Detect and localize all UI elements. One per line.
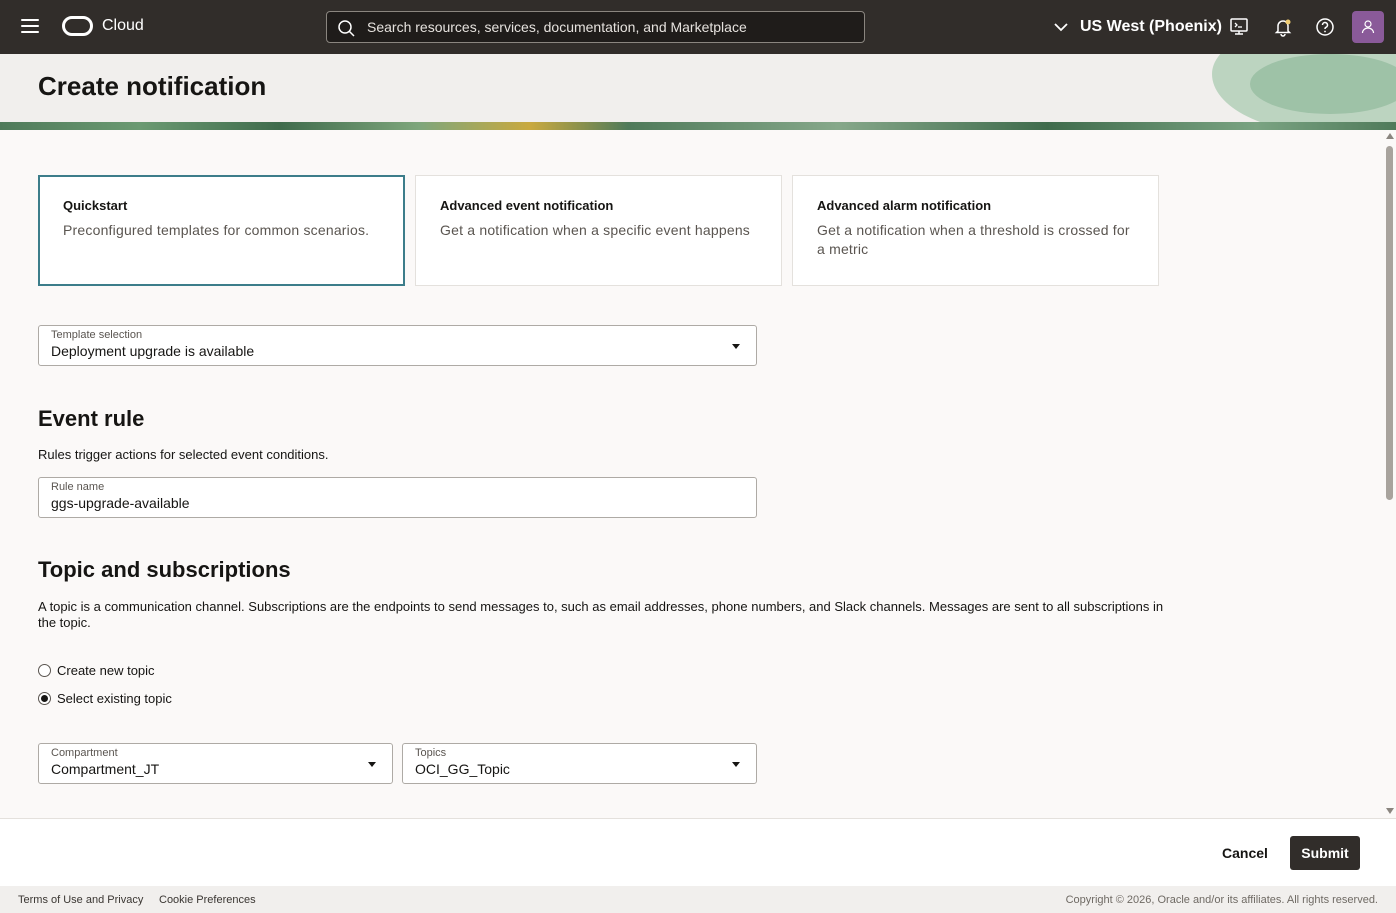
card-quickstart[interactable]: Quickstart Preconfigured templates for c… <box>38 175 405 286</box>
page-footer: Terms of Use and Privacy Cookie Preferen… <box>0 886 1396 913</box>
event-rule-description: Rules trigger actions for selected event… <box>38 447 329 462</box>
page-title: Create notification <box>38 71 267 101</box>
field-label: Rule name <box>51 481 105 493</box>
card-advanced-event[interactable]: Advanced event notification Get a notifi… <box>415 175 782 286</box>
compartment-dropdown[interactable]: Compartment Compartment_JT <box>38 743 393 784</box>
page-header: Create notification <box>0 54 1396 130</box>
header-decorative-band <box>0 122 1396 130</box>
topic-description: A topic is a communication channel. Subs… <box>38 599 1164 630</box>
card-title: Quickstart <box>63 198 128 213</box>
card-description: Preconfigured templates for common scena… <box>63 222 370 238</box>
field-value: ggs-upgrade-available <box>51 495 190 511</box>
top-navigation-bar: Cloud US West (Phoenix) <box>0 0 1396 54</box>
search-icon <box>338 20 355 37</box>
terms-link[interactable]: Terms of Use and Privacy <box>18 894 143 906</box>
search-input[interactable] <box>367 12 857 42</box>
menu-icon[interactable] <box>21 19 39 35</box>
field-label: Template selection <box>51 329 143 341</box>
rule-name-field[interactable]: Rule name ggs-upgrade-available <box>38 477 757 518</box>
scroll-up-arrow-icon[interactable] <box>1386 133 1394 139</box>
card-description: Get a notification when a threshold is c… <box>817 222 1130 257</box>
template-selection-dropdown[interactable]: Template selection Deployment upgrade is… <box>38 325 757 366</box>
card-title: Advanced alarm notification <box>817 198 992 213</box>
cancel-button[interactable]: Cancel <box>1212 836 1278 870</box>
region-label: US West (Phoenix) <box>1080 18 1222 35</box>
radio-select-existing-topic[interactable]: Select existing topic <box>38 691 172 706</box>
main-content: Quickstart Preconfigured templates for c… <box>0 130 1384 818</box>
copyright-text: Copyright © 2026, Oracle and/or its affi… <box>1065 894 1378 906</box>
caret-down-icon <box>732 344 740 349</box>
chevron-down-icon <box>1054 22 1068 31</box>
event-rule-heading: Event rule <box>38 406 145 431</box>
radio-button[interactable] <box>38 664 51 677</box>
radio-label: Create new topic <box>57 663 155 678</box>
card-title: Advanced event notification <box>440 198 614 213</box>
topic-subscriptions-heading: Topic and subscriptions <box>38 557 291 582</box>
field-label: Topics <box>415 747 447 759</box>
bell-icon[interactable] <box>1272 16 1294 38</box>
card-advanced-alarm[interactable]: Advanced alarm notification Get a notifi… <box>792 175 1159 286</box>
help-icon[interactable] <box>1314 16 1336 38</box>
field-value: OCI_GG_Topic <box>415 761 510 777</box>
cookie-preferences-link[interactable]: Cookie Preferences <box>159 894 256 906</box>
user-icon <box>1361 20 1375 34</box>
brand-name[interactable]: Cloud <box>102 17 144 35</box>
topics-dropdown[interactable]: Topics OCI_GG_Topic <box>402 743 757 784</box>
radio-button-selected[interactable] <box>38 692 51 705</box>
region-selector[interactable]: US West (Phoenix) <box>1054 16 1222 38</box>
radio-create-new-topic[interactable]: Create new topic <box>38 663 155 678</box>
field-value: Compartment_JT <box>51 761 160 777</box>
avatar[interactable] <box>1352 11 1384 43</box>
submit-button[interactable]: Submit <box>1290 836 1360 870</box>
caret-down-icon <box>732 762 740 767</box>
vertical-scrollbar[interactable] <box>1384 130 1396 818</box>
action-bar: Cancel Submit <box>0 818 1396 886</box>
scrollbar-thumb[interactable] <box>1386 146 1393 500</box>
header-decoration-secondary <box>1250 54 1396 114</box>
oracle-logo-icon[interactable] <box>62 16 93 36</box>
card-description: Get a notification when a specific event… <box>440 222 751 238</box>
radio-label: Select existing topic <box>57 691 172 706</box>
field-value: Deployment upgrade is available <box>51 343 255 359</box>
search-box[interactable] <box>326 11 865 43</box>
caret-down-icon <box>368 762 376 767</box>
field-label: Compartment <box>51 747 118 759</box>
cloud-shell-icon[interactable] <box>1228 16 1250 38</box>
scroll-down-arrow-icon[interactable] <box>1386 808 1394 814</box>
